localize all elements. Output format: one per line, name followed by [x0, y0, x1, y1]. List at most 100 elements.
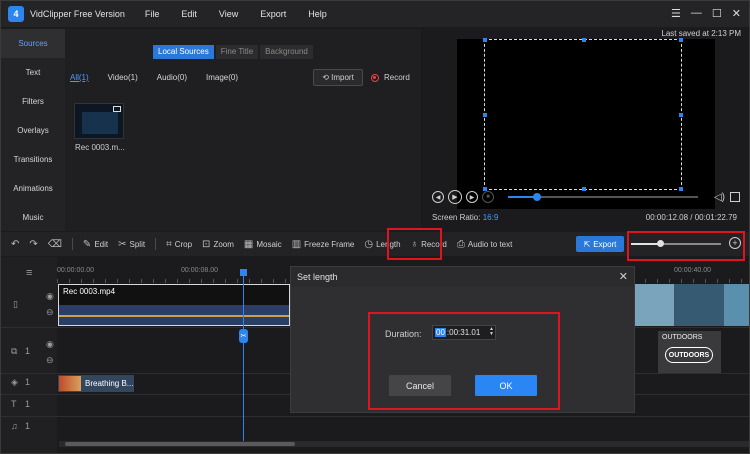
- edit-icon: ✎: [82, 238, 92, 250]
- filter-image[interactable]: Image(0): [206, 73, 238, 82]
- trash-icon: ⌫: [47, 238, 62, 250]
- hamburger-menu-icon[interactable]: ☰: [671, 7, 681, 20]
- title-bar: 4 VidClipper Free Version File Edit View…: [1, 1, 749, 27]
- layers-icon: ◈: [11, 377, 18, 387]
- volume-line: [59, 315, 289, 317]
- forward-icon[interactable]: ▶: [466, 191, 478, 203]
- crop-icon: ⌗: [166, 238, 172, 250]
- lock-icon[interactable]: ⊖: [46, 307, 54, 318]
- export-button[interactable]: ⇱ Export: [576, 236, 624, 252]
- playback-controls: ◀ ▶ ▶ ■: [432, 190, 494, 204]
- menu-export[interactable]: Export: [260, 9, 286, 19]
- text-track-icon: T: [11, 399, 17, 409]
- tab-background[interactable]: Background: [260, 45, 313, 59]
- menu-edit[interactable]: Edit: [181, 9, 197, 19]
- crop-handle[interactable]: [483, 38, 487, 42]
- video-badge-icon: [113, 106, 121, 112]
- minimize-icon[interactable]: —: [691, 7, 702, 20]
- split-marker-icon[interactable]: ✂: [239, 329, 248, 343]
- dialog-close-icon[interactable]: ✕: [619, 270, 628, 283]
- visibility-icon[interactable]: ◉: [46, 291, 54, 302]
- audio-to-text-label: Audio to text: [467, 239, 513, 249]
- last-saved-text: Last saved at 2:13 PM: [661, 29, 741, 38]
- lock-icon[interactable]: ⊖: [46, 355, 54, 366]
- tab-fine-title[interactable]: Fine Title: [215, 45, 259, 59]
- sticker-clip[interactable]: OUTDOORS OUTDOORS: [658, 331, 721, 373]
- video-clip-outdoor[interactable]: [634, 284, 749, 326]
- fullscreen-icon[interactable]: [730, 192, 740, 202]
- filter-all[interactable]: All(1): [70, 73, 89, 82]
- overlay-track-icon: ⧉: [11, 346, 18, 356]
- crop-handle[interactable]: [582, 38, 586, 42]
- menu-file[interactable]: File: [145, 9, 160, 19]
- crop-label: Crop: [174, 239, 193, 249]
- redo-button[interactable]: ↷: [29, 239, 37, 250]
- thumbnail-image: [82, 112, 118, 134]
- add-track-icon[interactable]: ≡: [26, 267, 32, 279]
- undo-button[interactable]: ↶: [11, 239, 19, 250]
- rewind-icon[interactable]: ◀: [432, 191, 444, 203]
- text-clip[interactable]: Breathing B...: [58, 375, 134, 392]
- crop-handle[interactable]: [582, 187, 586, 191]
- filter-audio[interactable]: Audio(0): [157, 73, 187, 82]
- playhead-handle[interactable]: [240, 269, 247, 276]
- crop-handle[interactable]: [679, 187, 683, 191]
- record-button[interactable]: Record: [371, 73, 410, 82]
- zoom-button[interactable]: ⊡ Zoom: [202, 239, 234, 250]
- media-thumbnail[interactable]: [74, 103, 124, 139]
- crop-handle[interactable]: [679, 38, 683, 42]
- undo-icon: ↶: [11, 238, 20, 250]
- crop-frame[interactable]: [483, 38, 683, 191]
- divider: [155, 238, 157, 250]
- crop-button[interactable]: ⌗ Crop: [166, 239, 192, 250]
- seek-bar[interactable]: [508, 193, 698, 201]
- menu-view[interactable]: View: [219, 9, 238, 19]
- app-logo-icon: 4: [8, 6, 24, 22]
- mosaic-label: Mosaic: [256, 239, 282, 249]
- crop-handle[interactable]: [483, 113, 487, 117]
- track-number: 1: [25, 399, 31, 409]
- sidebar-item-filters[interactable]: Filters: [1, 87, 65, 116]
- sidebar-item-overlays[interactable]: Overlays: [1, 116, 65, 145]
- play-icon[interactable]: ▶: [448, 190, 462, 204]
- mosaic-button[interactable]: ▦ Mosaic: [244, 239, 282, 250]
- ruler-label: 00:00:08.00: [181, 267, 218, 274]
- import-button[interactable]: ⟲ Import: [313, 69, 363, 86]
- split-label: Split: [129, 239, 146, 249]
- freeze-frame-icon: ▥: [291, 238, 302, 250]
- sidebar-item-text[interactable]: Text: [1, 58, 65, 87]
- preview-panel: Last saved at 2:13 PM ◀ ▶ ▶ ■ ◁) Screen …: [422, 29, 749, 231]
- track-number: 1: [25, 421, 31, 431]
- tab-local-sources[interactable]: Local Sources: [153, 45, 214, 59]
- clip-frame: [674, 284, 724, 326]
- sidebar-item-transitions[interactable]: Transitions: [1, 145, 65, 174]
- menu-help[interactable]: Help: [308, 9, 327, 19]
- audio-to-text-button[interactable]: ⎙ Audio to text: [457, 239, 512, 250]
- delete-button[interactable]: ⌫: [48, 239, 62, 250]
- freeze-frame-button[interactable]: ▥ Freeze Frame: [292, 239, 355, 250]
- timeline-scrollbar[interactable]: [59, 441, 749, 447]
- volume-icon[interactable]: ◁): [714, 192, 725, 203]
- edit-button[interactable]: ✎ Edit: [83, 239, 108, 250]
- scrollbar-thumb[interactable]: [65, 442, 295, 446]
- preview-screen[interactable]: [457, 38, 715, 209]
- visibility-icon[interactable]: ◉: [46, 339, 54, 350]
- music-track-icon: ♫: [11, 421, 18, 431]
- ratio-value[interactable]: 16:9: [483, 213, 499, 222]
- video-clip[interactable]: Rec 0003.mp4: [58, 284, 290, 326]
- split-button[interactable]: ✂ Split: [118, 239, 145, 250]
- filter-video[interactable]: Video(1): [108, 73, 138, 82]
- app-window: 4 VidClipper Free Version File Edit View…: [0, 0, 750, 454]
- crop-handle[interactable]: [679, 113, 683, 117]
- stop-icon[interactable]: ■: [482, 191, 494, 203]
- export-icon: ⇱: [583, 239, 591, 249]
- clip-frame: [634, 284, 674, 326]
- playhead[interactable]: [240, 269, 247, 447]
- sidebar-item-sources[interactable]: Sources: [1, 29, 65, 58]
- close-icon[interactable]: ✕: [732, 7, 741, 20]
- maximize-icon[interactable]: ☐: [712, 7, 722, 20]
- sidebar-item-music[interactable]: Music: [1, 203, 65, 232]
- sidebar-item-animations[interactable]: Animations: [1, 174, 65, 203]
- source-tabs: Local Sources Fine Title Background: [153, 45, 315, 59]
- seek-knob[interactable]: [532, 193, 541, 201]
